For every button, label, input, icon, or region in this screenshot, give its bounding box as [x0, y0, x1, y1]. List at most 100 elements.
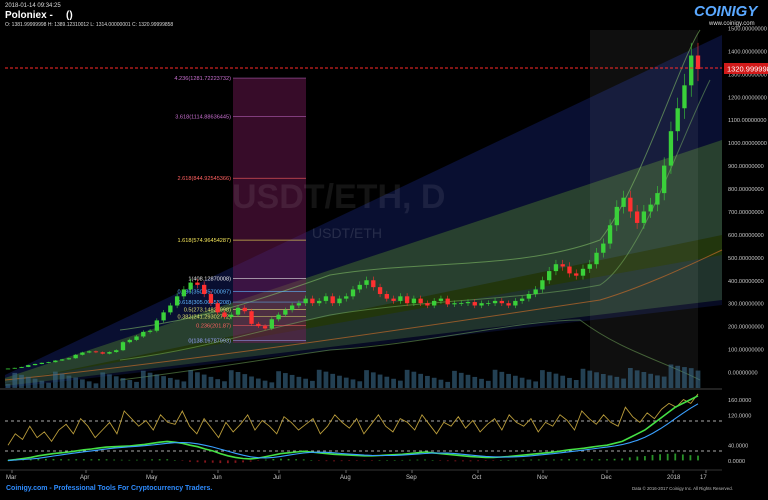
volume-bar: [452, 370, 457, 388]
volume-bar: [668, 364, 674, 388]
volume-bar: [357, 381, 363, 388]
volume-bar: [512, 375, 518, 388]
histogram-bar: [621, 458, 624, 461]
footer-tagline[interactable]: Coinigy.com - Professional Tools For Cry…: [6, 485, 212, 492]
coinigy-logo[interactable]: COINIGY: [694, 3, 759, 20]
histogram-bar: [189, 460, 191, 462]
fib-level-label: 1.618(574.96454287): [178, 238, 232, 244]
histogram-bar: [477, 460, 480, 462]
histogram-bar: [575, 459, 578, 461]
volume-bar: [80, 379, 85, 388]
chart-canvas[interactable]: 4.236(1281.72223732) 3.618(1114.88636445)…: [0, 0, 768, 495]
volume-bar: [337, 375, 342, 388]
watermark-sub: USDT/ETH: [312, 225, 382, 241]
volume-bar: [86, 381, 92, 388]
candle-body: [567, 266, 572, 274]
volume-bar: [580, 368, 586, 388]
candle-body: [459, 303, 464, 304]
histogram-bar: [636, 456, 639, 461]
volume-bar: [113, 376, 119, 388]
candle-body: [107, 352, 112, 354]
histogram-bar: [67, 459, 70, 461]
histogram-bar: [416, 459, 419, 461]
histogram-bar: [431, 460, 434, 461]
histogram-bar: [348, 460, 351, 461]
histogram-bar: [553, 459, 555, 461]
volume-bar: [235, 372, 241, 388]
candle-body: [445, 298, 450, 305]
candle-body: [181, 289, 187, 297]
candle-body: [526, 294, 532, 299]
histogram-bar: [408, 459, 411, 461]
candle-body: [114, 350, 119, 353]
volume-bar: [161, 376, 166, 388]
price-tick-label: 1400.00000000: [728, 49, 767, 55]
candle-body: [195, 282, 200, 285]
price-tick-label: 200.00000000: [728, 325, 764, 331]
candle-body: [317, 300, 322, 304]
volume-bar: [546, 371, 552, 388]
histogram-bar: [681, 454, 684, 461]
candle-body: [289, 305, 295, 311]
trading-chart[interactable]: 4.236(1281.72223732) 3.618(1114.88636445)…: [0, 0, 768, 495]
histogram-bar: [204, 460, 207, 463]
candle-body: [249, 311, 254, 324]
volume-bar: [215, 379, 221, 388]
histogram-bar: [226, 460, 229, 464]
candle-body: [100, 352, 105, 354]
histogram-bar: [439, 460, 442, 461]
volume-bar: [445, 381, 451, 388]
time-tick-label: Aug: [340, 475, 351, 481]
brand-url[interactable]: www.coinigy.com: [708, 21, 755, 27]
volume-bar: [540, 370, 545, 388]
histogram-bar: [45, 458, 47, 461]
indicator-tick-label: 120.0000: [728, 413, 751, 419]
time-tick-label: 17: [700, 475, 707, 481]
price-tick-label: 400.00000000: [728, 279, 764, 285]
candle-body: [174, 296, 180, 306]
header-pair: (): [66, 10, 73, 21]
candle-body: [506, 303, 511, 306]
time-tick-label: Apr: [80, 475, 89, 481]
volume-bar: [188, 370, 194, 388]
volume-bar: [526, 379, 532, 388]
candle-body: [53, 360, 58, 363]
fib-level-label: 1(408.12870008): [188, 276, 231, 282]
histogram-bar: [333, 460, 335, 462]
histogram-bar: [143, 459, 146, 461]
price-tick-label: 600.00000000: [728, 233, 764, 239]
histogram-bar: [598, 459, 601, 461]
price-tick-label: 800.00000000: [728, 187, 764, 193]
histogram-bar: [530, 459, 533, 461]
volume-bar: [127, 380, 133, 388]
price-tick-label: 700.00000000: [728, 210, 764, 216]
volume-bar: [276, 371, 281, 388]
volume-bar: [688, 368, 694, 388]
candle-body: [641, 211, 647, 223]
volume-bar: [100, 372, 106, 388]
volume-bar: [594, 372, 599, 388]
volume-bar: [621, 378, 626, 388]
candle-body: [499, 300, 504, 304]
volume-bar: [627, 368, 633, 388]
fib-level-label: 3.618(1114.88636445): [175, 114, 231, 120]
candle-body: [574, 273, 579, 276]
candle-body: [229, 314, 234, 317]
candle-body: [553, 264, 559, 272]
histogram-bar: [264, 459, 267, 461]
candle-body: [689, 55, 694, 86]
histogram-bar: [295, 459, 298, 461]
volume-bar: [600, 374, 606, 388]
histogram-bar: [659, 454, 661, 461]
price-tick-label: 1100.00000000: [728, 118, 766, 124]
volume-bar: [485, 380, 491, 388]
volume-bar: [316, 369, 322, 388]
volume-bar: [174, 379, 180, 388]
volume-bar: [39, 380, 45, 388]
candle-body: [377, 287, 383, 295]
candle-body: [418, 298, 423, 304]
candle-body: [323, 296, 329, 301]
histogram-bar: [689, 455, 692, 461]
volume-bar: [587, 370, 593, 388]
candle-body: [87, 351, 92, 353]
